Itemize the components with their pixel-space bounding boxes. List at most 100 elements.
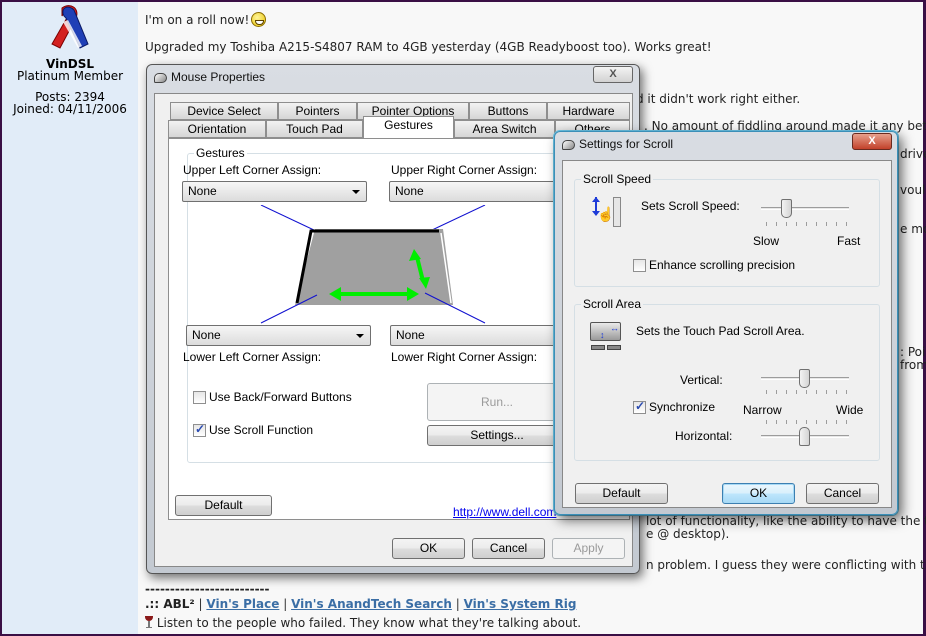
scroll-area-touchpad-icon: ↕ ↔ bbox=[590, 322, 622, 350]
scroll-speed-track bbox=[761, 207, 849, 210]
dialog-title: Settings for Scroll bbox=[579, 137, 674, 151]
slider-ticks bbox=[766, 390, 848, 394]
slow-label: Slow bbox=[753, 234, 780, 248]
lower-left-select[interactable]: None bbox=[186, 325, 371, 346]
user-joined: Joined: 04/11/2006 bbox=[13, 102, 127, 116]
dialog-client-area: Scroll Speed ☝ Sets Scroll Speed: Slow F… bbox=[562, 160, 892, 508]
run-button[interactable]: Run... bbox=[427, 383, 567, 421]
post-line-2: Upgraded my Toshiba A215-S4807 RAM to 4G… bbox=[145, 40, 712, 54]
post-text: I'm on a roll now! bbox=[145, 13, 250, 27]
fast-label: Fast bbox=[837, 234, 861, 248]
enhance-precision-label: Enhance scrolling precision bbox=[649, 258, 796, 272]
scroll-settings-dialog: Settings for Scroll X Scroll Speed ☝ Set… bbox=[554, 131, 898, 515]
lower-right-label: Lower Right Corner Assign: bbox=[391, 350, 538, 364]
default-button[interactable]: Default bbox=[175, 495, 272, 516]
use-scroll-label: Use Scroll Function bbox=[209, 423, 314, 437]
grin-smiley-icon bbox=[251, 12, 267, 27]
wine-glass-icon bbox=[145, 616, 153, 628]
tab-buttons[interactable]: Buttons bbox=[469, 102, 547, 120]
post-partial-line: e mo bbox=[900, 222, 926, 236]
signature-quote-line: Listen to the people who failed. They kn… bbox=[145, 616, 581, 630]
separator: | bbox=[455, 597, 460, 611]
signature-divider: ------------------------- bbox=[145, 582, 270, 596]
slider-ticks bbox=[766, 222, 848, 226]
link-vins-system-rig[interactable]: Vin's System Rig bbox=[464, 597, 577, 611]
signature-quote: Listen to the people who failed. They kn… bbox=[156, 616, 582, 630]
post-partial-line: from bbox=[900, 358, 926, 372]
apply-button[interactable]: Apply bbox=[552, 538, 625, 559]
post-partial-line: : Poir bbox=[900, 345, 926, 359]
post-partial-line: vould bbox=[900, 183, 926, 197]
upper-right-label: Upper Right Corner Assign: bbox=[391, 163, 538, 177]
post-partial-line: e @ desktop). bbox=[646, 527, 730, 541]
scroll-speed-slider[interactable] bbox=[781, 199, 793, 218]
touchpad-diagram bbox=[260, 205, 486, 324]
enhance-precision-checkbox[interactable] bbox=[633, 259, 646, 272]
wide-label: Wide bbox=[836, 403, 864, 417]
signature-prefix: .:: ABL² bbox=[145, 597, 195, 611]
chevron-down-icon bbox=[356, 334, 364, 338]
tab-pointers[interactable]: Pointers bbox=[278, 102, 357, 120]
narrow-label: Narrow bbox=[743, 403, 782, 417]
awareness-ribbon-icon bbox=[51, 5, 89, 49]
horizontal-label: Horizontal: bbox=[675, 429, 733, 443]
use-back-forward-label: Use Back/Forward Buttons bbox=[209, 390, 352, 404]
upper-left-select[interactable]: None bbox=[182, 181, 367, 202]
group-label: Gestures bbox=[194, 146, 247, 160]
synchronize-checkbox[interactable] bbox=[633, 399, 646, 414]
cancel-button[interactable]: Cancel bbox=[806, 483, 879, 504]
corner-pointer-line bbox=[424, 292, 486, 324]
vertical-label: Vertical: bbox=[680, 373, 723, 387]
tab-hardware[interactable]: Hardware bbox=[547, 102, 630, 120]
horizontal-slider[interactable] bbox=[799, 427, 810, 446]
separator: | bbox=[198, 597, 203, 611]
group-label: Scroll Area bbox=[581, 297, 644, 311]
dialog-title: Mouse Properties bbox=[171, 70, 266, 84]
corner-pointer-line bbox=[260, 294, 318, 324]
separator: | bbox=[283, 597, 288, 611]
post-partial-line: drive bbox=[900, 147, 926, 161]
mouse-icon bbox=[154, 73, 167, 83]
post-line-1: I'm on a roll now! bbox=[145, 12, 267, 27]
select-value: None bbox=[192, 328, 221, 342]
tab-touch-pad[interactable]: Touch Pad bbox=[266, 120, 363, 138]
post-partial-line: n problem. I guess they were conflicting… bbox=[646, 558, 926, 572]
vertical-slider[interactable] bbox=[799, 369, 810, 388]
group-label: Scroll Speed bbox=[581, 172, 654, 186]
scroll-hand-icon: ☝ bbox=[589, 197, 623, 229]
use-back-forward-checkbox[interactable] bbox=[193, 391, 206, 404]
user-sidebar: VinDSL Platinum Member Posts: 2394 Joine… bbox=[2, 2, 138, 634]
ok-button[interactable]: OK bbox=[392, 538, 465, 559]
post-partial-line: d it didn't work right either. bbox=[636, 92, 801, 106]
signature-links: .:: ABL² | Vin's Place | Vin's AnandTech… bbox=[145, 597, 576, 611]
tab-device-select[interactable]: Device Select bbox=[170, 102, 278, 120]
link-vins-anandtech-search[interactable]: Vin's AnandTech Search bbox=[291, 597, 452, 611]
close-button[interactable]: X bbox=[852, 133, 892, 150]
synchronize-label: Synchronize bbox=[649, 400, 716, 414]
slider-ticks bbox=[766, 420, 848, 424]
lower-right-select[interactable]: None bbox=[390, 325, 560, 346]
tab-gestures[interactable]: Gestures bbox=[363, 116, 454, 138]
select-value: None bbox=[188, 184, 217, 198]
upper-right-select[interactable]: None bbox=[389, 181, 559, 202]
close-button[interactable]: X bbox=[593, 66, 633, 83]
cancel-button[interactable]: Cancel bbox=[472, 538, 545, 559]
tab-orientation[interactable]: Orientation bbox=[168, 120, 266, 138]
mouse-icon bbox=[562, 140, 575, 150]
default-button[interactable]: Default bbox=[575, 483, 668, 504]
dell-link[interactable]: http://www.dell.com bbox=[453, 505, 556, 519]
ok-button[interactable]: OK bbox=[722, 483, 795, 504]
post-partial-line: lot of functionality, like the ability t… bbox=[646, 514, 926, 528]
select-value: None bbox=[395, 184, 424, 198]
use-scroll-checkbox[interactable] bbox=[193, 422, 206, 437]
user-rank: Platinum Member bbox=[16, 69, 124, 83]
scrollbar-glyph-icon bbox=[613, 197, 621, 227]
select-value: None bbox=[396, 328, 425, 342]
scroll-area-label: Sets the Touch Pad Scroll Area. bbox=[636, 324, 805, 338]
chevron-down-icon bbox=[352, 190, 360, 194]
link-vins-place[interactable]: Vin's Place bbox=[206, 597, 279, 611]
settings-button[interactable]: Settings... bbox=[427, 425, 567, 446]
tab-area-switch[interactable]: Area Switch bbox=[454, 120, 555, 138]
lower-left-label: Lower Left Corner Assign: bbox=[183, 350, 322, 364]
scroll-speed-label: Sets Scroll Speed: bbox=[641, 199, 740, 213]
